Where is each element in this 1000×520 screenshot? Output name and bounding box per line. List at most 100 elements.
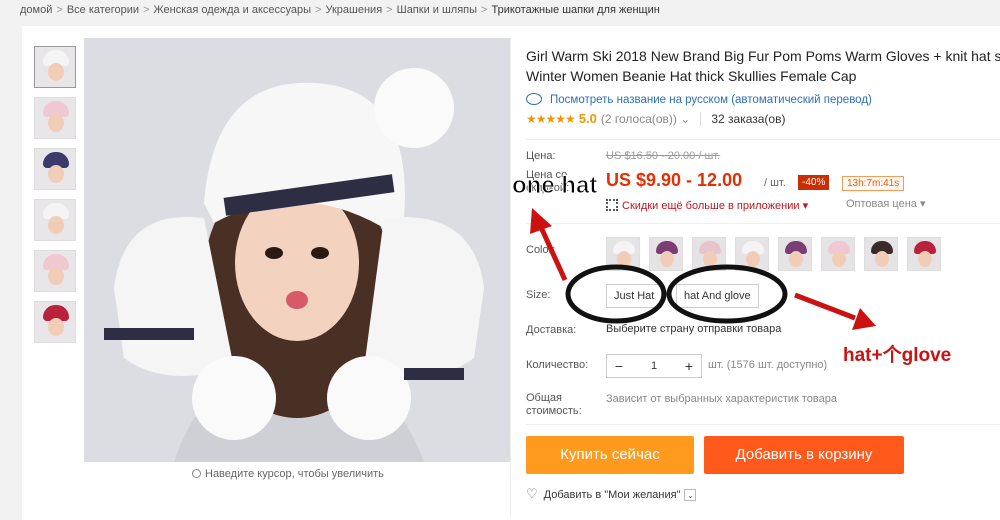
thumbnail-3[interactable] <box>34 148 76 190</box>
section-divider <box>526 139 1000 140</box>
color-swatch-6[interactable] <box>821 237 855 271</box>
color-swatch-1[interactable] <box>606 237 640 271</box>
rating-score: 5.0 <box>578 111 597 126</box>
color-swatch-5[interactable] <box>778 237 812 271</box>
qr-code-icon <box>606 199 618 211</box>
translate-link-text: Посмотреть название на русском (автомати… <box>550 94 872 106</box>
product-title-line-1: Girl Warm Ski 2018 New Brand Big Fur Pom… <box>526 48 1000 64</box>
price-unit: / шт. <box>764 177 786 189</box>
swatch-face <box>703 251 717 267</box>
breadcrumb-separator: > <box>56 4 63 16</box>
section-divider <box>526 223 1000 224</box>
shipping-label: Доставка: <box>526 324 577 336</box>
total-label-line-2: стоимость: <box>526 405 582 417</box>
app-deal-caret-icon: ▾ <box>802 200 809 212</box>
zoom-hint-text: Наведите курсор, чтобы увеличить <box>205 468 384 480</box>
magnifier-icon <box>192 469 201 478</box>
breadcrumb-separator: > <box>386 4 393 16</box>
discount-badge: -40% <box>798 175 830 190</box>
orders-count: 32 заказа(ов) <box>700 112 786 126</box>
section-divider <box>526 424 1000 425</box>
color-label: Color: <box>526 244 556 256</box>
column-divider <box>510 38 511 518</box>
breadcrumb-separator: > <box>481 4 488 16</box>
size-label: Size: <box>526 289 551 301</box>
size-option-hat-and-glove[interactable]: hat And glove <box>676 284 759 308</box>
total-label: Общая стоимость: <box>526 392 582 418</box>
shipping-text[interactable]: Выберите страну отправки товара <box>606 323 781 335</box>
quantity-input[interactable]: 1 <box>651 360 657 372</box>
product-photo-illustration <box>84 38 510 462</box>
thumb-face <box>48 318 64 336</box>
total-label-line-1: Общая <box>526 392 562 404</box>
heart-plus-icon: ♡ <box>526 486 538 501</box>
color-swatch-4[interactable] <box>735 237 769 271</box>
price-label: Цена: <box>526 150 556 162</box>
thumbnail-5[interactable] <box>34 250 76 292</box>
old-price: US $16.50 - 20.00 / шт. <box>606 150 721 162</box>
size-option-just-hat[interactable]: Just Hat <box>606 284 663 308</box>
thumb-face <box>48 165 64 183</box>
breadcrumb: домой > Все категории > Женская одежда и акс… <box>20 4 660 20</box>
swatch-face <box>660 251 674 267</box>
thumbnail-strip <box>34 46 78 352</box>
thumbnail-4[interactable] <box>34 199 76 241</box>
wishlist-dropdown-icon[interactable]: ⌄ <box>684 489 697 501</box>
swatch-face <box>617 251 631 267</box>
quantity-label: Количество: <box>526 359 589 371</box>
wishlist-link[interactable]: ♡ Добавить в "Мои желания" ⌄ <box>526 486 697 502</box>
app-deal-link[interactable]: Скидки ещё больше в приложении ▾ <box>606 197 808 212</box>
translate-link[interactable]: Посмотреть название на русском (автомати… <box>526 91 872 106</box>
breadcrumb-womens-clothing[interactable]: Женская одежда и аксессуары <box>154 4 312 16</box>
quantity-minus-button[interactable]: − <box>607 358 631 374</box>
votes-caret-icon: ⌄ <box>680 112 691 126</box>
breadcrumb-separator: > <box>143 4 150 16</box>
wholesale-price-link[interactable]: Оптовая цена ▾ <box>846 197 925 210</box>
quantity-plus-button[interactable]: + <box>677 358 701 374</box>
quantity-available: шт. (1576 шт. доступно) <box>708 359 828 371</box>
add-to-cart-button[interactable]: Добавить в корзину <box>704 436 904 474</box>
zoom-hint: Наведите курсор, чтобы увеличить <box>192 468 384 480</box>
color-swatch-3[interactable] <box>692 237 726 271</box>
product-title-line-2: Winter Women Beanie Hat thick Skullies F… <box>526 68 857 84</box>
current-price: US $9.90 - 12.00 <box>606 170 743 190</box>
app-deal-text: Скидки ещё больше в приложении <box>622 200 800 212</box>
annotation-one-hat: one hat <box>511 172 598 200</box>
buy-now-button[interactable]: Купить сейчас <box>526 436 694 474</box>
votes-link[interactable]: (2 голоса(ов)) ⌄ <box>601 112 690 126</box>
breadcrumb-separator: > <box>315 4 322 16</box>
votes-count: (2 голоса(ов)) <box>600 112 677 126</box>
breadcrumb-current: Трикотажные шапки для женщин <box>491 4 660 16</box>
wholesale-caret-icon: ▾ <box>919 198 926 210</box>
swatch-face <box>746 251 760 267</box>
wishlist-text: Добавить в "Мои желания" <box>543 489 681 501</box>
rating-row: ★★★★★ 5.0 (2 голоса(ов)) ⌄ 32 заказа(ов) <box>526 111 786 126</box>
wholesale-price-text: Оптовая цена <box>846 198 917 210</box>
thumbnail-1[interactable] <box>34 46 76 88</box>
quantity-stepper: − 1 + <box>606 354 702 378</box>
swatch-face <box>875 251 889 267</box>
breadcrumb-home[interactable]: домой <box>20 4 52 16</box>
thumbnail-6[interactable] <box>34 301 76 343</box>
thumb-face <box>48 267 64 285</box>
product-title: Girl Warm Ski 2018 New Brand Big Fur Pom… <box>526 46 1000 86</box>
thumbnail-2[interactable] <box>34 97 76 139</box>
thumb-face <box>48 63 64 81</box>
swatch-face <box>789 251 803 267</box>
color-swatch-2[interactable] <box>649 237 683 271</box>
breadcrumb-all-categories[interactable]: Все категории <box>67 4 139 16</box>
countdown-timer: 13h:7m:41s <box>842 176 905 191</box>
main-product-image[interactable] <box>84 38 510 462</box>
breadcrumb-hats[interactable]: Шапки и шляпы <box>397 4 477 16</box>
thumb-face <box>48 114 64 132</box>
total-value: Зависит от выбранных характеристик товар… <box>606 393 837 405</box>
swatch-face <box>832 251 846 267</box>
breadcrumb-jewelry[interactable]: Украшения <box>326 4 383 16</box>
translate-icon <box>526 93 542 105</box>
swatch-face <box>918 251 932 267</box>
product-card: Наведите курсор, чтобы увеличить Girl Wa… <box>22 26 1000 520</box>
star-rating-icon: ★★★★★ <box>526 112 576 126</box>
color-swatch-8[interactable] <box>907 237 941 271</box>
color-swatch-7[interactable] <box>864 237 898 271</box>
thumb-face <box>48 216 64 234</box>
